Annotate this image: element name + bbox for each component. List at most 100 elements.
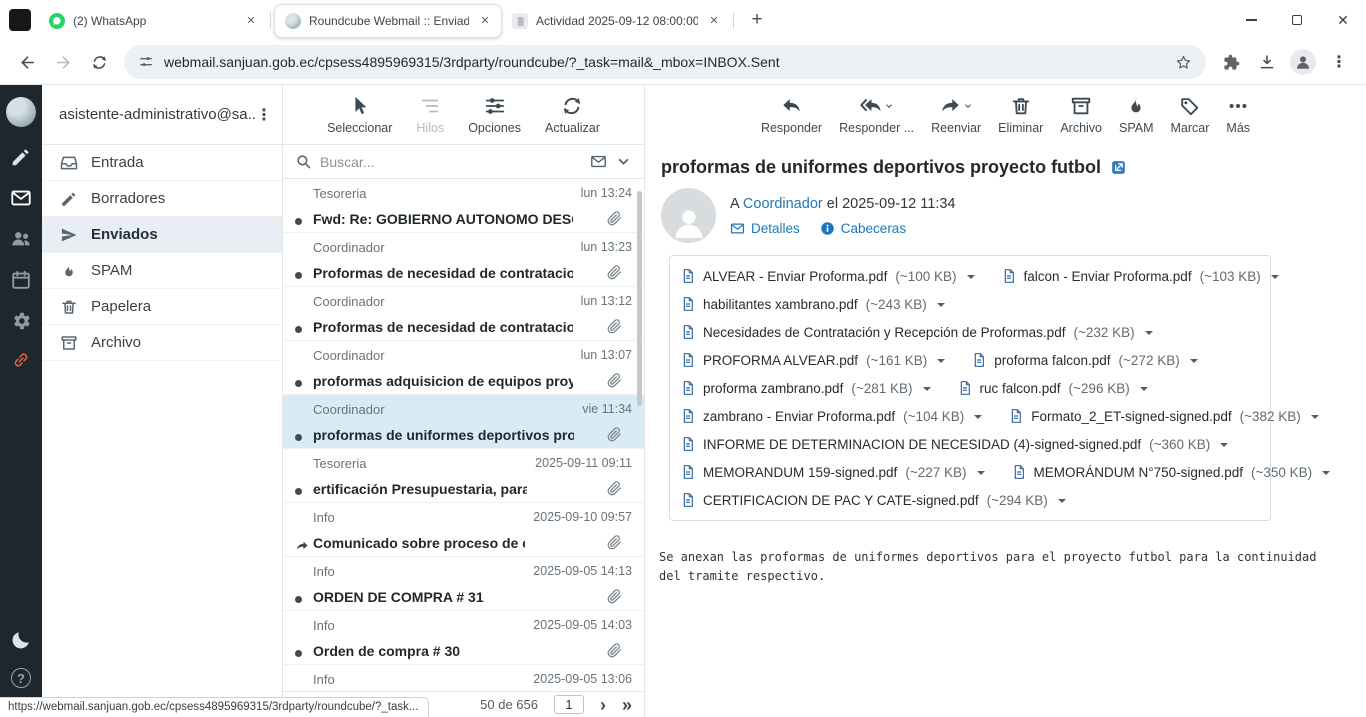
attachment-item[interactable]: proforma zambrano.pdf (~281 KB) <box>680 380 931 396</box>
url-text[interactable]: webmail.sanjuan.gob.ec/cpsess4895969315/… <box>164 54 1165 70</box>
tab-actividad[interactable]: Actividad 2025-09-12 08:00:00 ✕ <box>502 4 730 38</box>
open-in-new-window-icon[interactable] <box>1110 159 1127 176</box>
attachment-menu-caret-icon[interactable] <box>923 387 931 395</box>
recipient-link[interactable]: Coordinador <box>743 196 823 212</box>
tab-roundcube[interactable]: Roundcube Webmail :: Enviados ✕ <box>274 4 502 38</box>
attachment-menu-caret-icon[interactable] <box>1058 499 1066 507</box>
attachment-menu-caret-icon[interactable] <box>1145 331 1153 339</box>
attachment-item[interactable]: Necesidades de Contratación y Recepción … <box>680 324 1153 340</box>
folder-item-enviados[interactable]: Enviados <box>42 217 282 253</box>
page-number-input[interactable] <box>554 695 584 714</box>
folder-item-entrada[interactable]: Entrada <box>42 145 282 181</box>
details-toggle[interactable]: Detalles <box>730 221 800 236</box>
attachment-menu-caret-icon[interactable] <box>1271 275 1279 283</box>
settings-gear-icon[interactable] <box>10 310 32 332</box>
select-button[interactable]: Seleccionar <box>327 94 392 144</box>
minimize-button[interactable] <box>1228 0 1274 40</box>
attachment-name[interactable]: PROFORMA ALVEAR.pdf <box>703 353 858 368</box>
attachment-item[interactable]: ALVEAR - Enviar Proforma.pdf (~100 KB) <box>680 268 975 284</box>
message-list-item[interactable]: Info 2025-09-05 14:13 ORDEN DE COMPRA # … <box>283 557 644 611</box>
attachment-name[interactable]: proforma zambrano.pdf <box>703 381 843 396</box>
compose-icon[interactable] <box>10 146 32 168</box>
attachment-item[interactable]: MEMORANDUM 159-signed.pdf (~227 KB) <box>680 464 985 480</box>
attachment-menu-caret-icon[interactable] <box>1190 359 1198 367</box>
attachment-item[interactable]: MEMORÁNDUM N°750-signed.pdf (~350 KB) <box>1011 464 1331 480</box>
calendar-icon[interactable] <box>10 269 32 291</box>
attachment-item[interactable]: proforma falcon.pdf (~272 KB) <box>971 352 1197 368</box>
attachment-menu-caret-icon[interactable] <box>1140 387 1148 395</box>
message-list-item[interactable]: Info 2025-09-10 09:57 Comunicado sobre p… <box>283 503 644 557</box>
message-list-item[interactable]: Info 2025-09-05 14:03 Orden de compra # … <box>283 611 644 665</box>
attachment-name[interactable]: proforma falcon.pdf <box>994 353 1110 368</box>
attachment-menu-caret-icon[interactable] <box>967 275 975 283</box>
attachment-menu-caret-icon[interactable] <box>1220 443 1228 451</box>
message-list-item[interactable]: Coordinador vie 11:34 proformas de unifo… <box>283 395 644 449</box>
contacts-icon[interactable] <box>10 228 32 250</box>
reload-button[interactable] <box>82 45 116 79</box>
attachment-menu-caret-icon[interactable] <box>937 359 945 367</box>
attachment-item[interactable]: CERTIFICACION DE PAC Y CATE-signed.pdf (… <box>680 492 1066 508</box>
folder-item-archivo[interactable]: Archivo <box>42 325 282 361</box>
archive-button[interactable]: Archivo <box>1060 94 1102 145</box>
extensions-icon[interactable] <box>1214 45 1248 79</box>
message-list-item[interactable]: Coordinador lun 13:12 Proformas de neces… <box>283 287 644 341</box>
bookmark-star-icon[interactable] <box>1175 54 1192 71</box>
threads-button[interactable]: Hilos <box>416 94 444 144</box>
folder-item-spam[interactable]: SPAM <box>42 253 282 289</box>
message-list-item[interactable]: Coordinador lun 13:23 Proformas de neces… <box>283 233 644 287</box>
tab-close-icon[interactable]: ✕ <box>706 13 722 29</box>
webmail-home-link-icon[interactable] <box>12 351 30 369</box>
attachment-menu-caret-icon[interactable] <box>974 415 982 423</box>
spam-button[interactable]: SPAM <box>1119 94 1154 145</box>
tab-close-icon[interactable]: ✕ <box>477 13 493 29</box>
attachment-name[interactable]: MEMORÁNDUM N°750-signed.pdf <box>1034 465 1243 480</box>
attachment-name[interactable]: Necesidades de Contratación y Recepción … <box>703 325 1065 340</box>
message-list-item[interactable]: Coordinador lun 13:07 proformas adquisic… <box>283 341 644 395</box>
attachment-item[interactable]: PROFORMA ALVEAR.pdf (~161 KB) <box>680 352 945 368</box>
profile-avatar[interactable] <box>1286 45 1320 79</box>
attachment-menu-caret-icon[interactable] <box>937 303 945 311</box>
downloads-icon[interactable] <box>1250 45 1284 79</box>
search-options-chevron-icon[interactable] <box>615 153 632 170</box>
tab-close-icon[interactable]: ✕ <box>243 13 259 29</box>
attachment-name[interactable]: INFORME DE DETERMINACION DE NECESIDAD (4… <box>703 437 1141 452</box>
refresh-button[interactable]: Actualizar <box>545 94 600 144</box>
attachment-menu-caret-icon[interactable] <box>1322 471 1330 479</box>
maximize-button[interactable] <box>1274 0 1320 40</box>
search-scope-mail-icon[interactable] <box>590 153 607 170</box>
reply-all-caret-icon[interactable] <box>884 101 894 111</box>
attachment-item[interactable]: Formato_2_ET-signed-signed.pdf (~382 KB) <box>1008 408 1319 424</box>
attachment-name[interactable]: MEMORANDUM 159-signed.pdf <box>703 465 897 480</box>
attachment-name[interactable]: CERTIFICACION DE PAC Y CATE-signed.pdf <box>703 493 979 508</box>
attachment-name[interactable]: falcon - Enviar Proforma.pdf <box>1024 269 1192 284</box>
mark-button[interactable]: Marcar <box>1171 94 1210 145</box>
message-list-item[interactable]: Tesoreria 2025-09-11 09:11 ertificación … <box>283 449 644 503</box>
reply-button[interactable]: Responder <box>761 94 822 145</box>
list-scrollbar[interactable] <box>637 191 642 406</box>
attachment-menu-caret-icon[interactable] <box>977 471 985 479</box>
more-button[interactable]: Más <box>1226 94 1250 145</box>
reply-all-button[interactable]: Responder ... <box>839 94 914 145</box>
attachment-item[interactable]: falcon - Enviar Proforma.pdf (~103 KB) <box>1001 268 1279 284</box>
folder-item-borradores[interactable]: Borradores <box>42 181 282 217</box>
next-page-icon[interactable]: › <box>600 696 606 714</box>
message-list-item[interactable]: Tesoreria lun 13:24 Fwd: Re: GOBIERNO AU… <box>283 179 644 233</box>
mail-icon[interactable] <box>10 187 32 209</box>
attachment-item[interactable]: ruc falcon.pdf (~296 KB) <box>957 380 1148 396</box>
forward-caret-icon[interactable] <box>963 101 973 111</box>
attachment-menu-caret-icon[interactable] <box>1311 415 1319 423</box>
attachment-item[interactable]: INFORME DE DETERMINACION DE NECESIDAD (4… <box>680 436 1228 452</box>
attachment-item[interactable]: habilitantes xambrano.pdf (~243 KB) <box>680 296 945 312</box>
tab-whatsapp[interactable]: (2) WhatsApp ✕ <box>39 4 267 38</box>
browser-menu-icon[interactable]: ⋮ <box>1322 45 1356 79</box>
attachment-name[interactable]: habilitantes xambrano.pdf <box>703 297 858 312</box>
address-bar[interactable]: webmail.sanjuan.gob.ec/cpsess4895969315/… <box>124 45 1206 79</box>
forward-button[interactable] <box>46 45 80 79</box>
attachment-item[interactable]: zambrano - Enviar Proforma.pdf (~104 KB) <box>680 408 982 424</box>
delete-button[interactable]: Eliminar <box>998 94 1043 145</box>
account-menu-icon[interactable]: ⋮ <box>256 105 272 125</box>
search-input[interactable] <box>320 154 582 170</box>
folder-item-papelera[interactable]: Papelera <box>42 289 282 325</box>
headers-toggle[interactable]: Cabeceras <box>820 221 906 236</box>
site-info-icon[interactable] <box>138 54 154 70</box>
